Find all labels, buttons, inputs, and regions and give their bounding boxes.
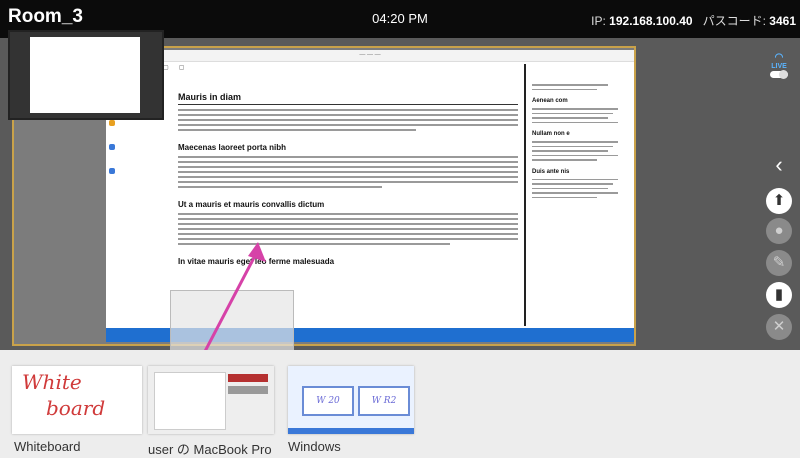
tile-label: user の MacBook Pro bbox=[148, 442, 272, 457]
macbook-tile[interactable] bbox=[148, 366, 274, 434]
whiteboard-text: White bbox=[22, 370, 82, 394]
tile-label: Windows bbox=[288, 439, 341, 454]
windows-window: W 20 bbox=[302, 386, 354, 416]
windows-window: W R2 bbox=[358, 386, 410, 416]
windows-tile[interactable]: W 20 W R2 bbox=[288, 366, 414, 434]
source-tray: White board Whiteboard user の MacBook Pr… bbox=[0, 350, 800, 457]
whiteboard-tile[interactable]: White board bbox=[12, 366, 142, 434]
whiteboard-text: board bbox=[46, 396, 106, 420]
tile-label: Whiteboard bbox=[14, 439, 81, 454]
